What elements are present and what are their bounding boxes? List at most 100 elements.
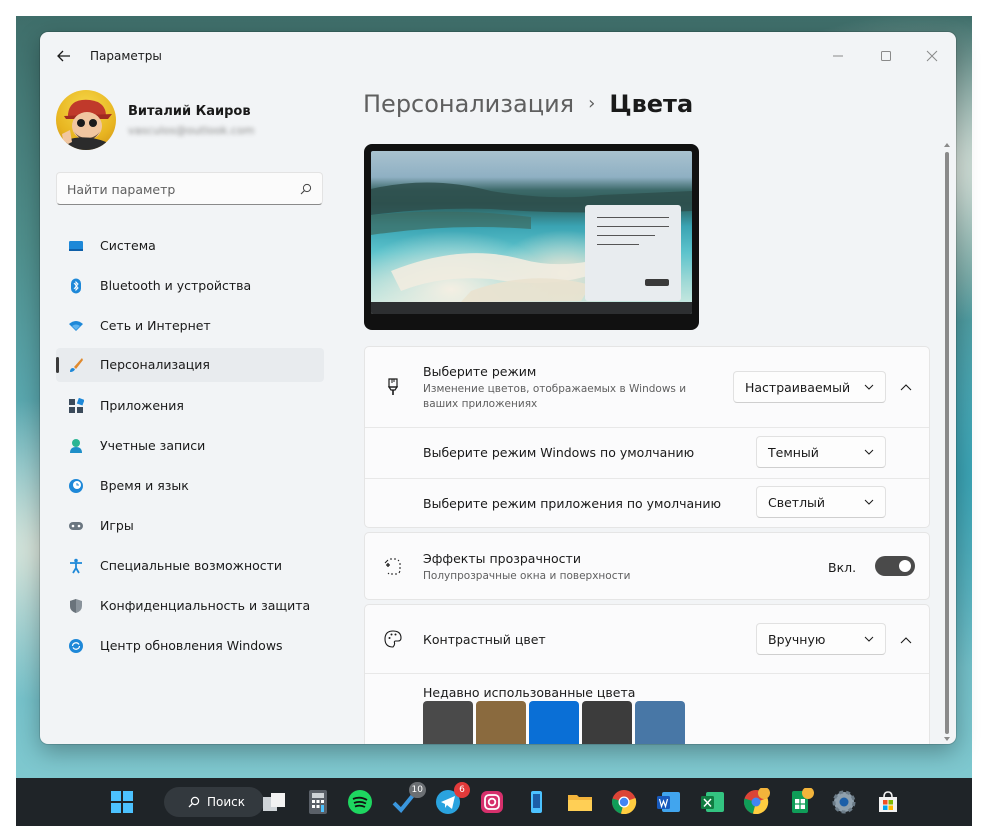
transparency-state-label: Вкл.: [828, 560, 857, 575]
store-icon: [879, 791, 897, 812]
sheets-icon: [792, 787, 814, 813]
settings-icon: [832, 790, 856, 814]
taskbar-sheets[interactable]: [786, 787, 814, 816]
search-input[interactable]: [67, 180, 287, 198]
sidebar-item-label: Конфиденциальность и защита: [100, 598, 311, 613]
accent-dropdown-value: Вручную: [768, 632, 826, 647]
taskbar-instagram[interactable]: [478, 788, 506, 816]
preview-window: [585, 205, 681, 301]
bluetooth-icon: [71, 278, 81, 294]
avatar-image: [62, 99, 112, 150]
sidebar-item-label: Учетные записи: [100, 438, 206, 453]
chevron-down-icon: [864, 636, 874, 642]
sidebar-item-privacy[interactable]: Конфиденциальность и защита: [56, 589, 324, 623]
mode-row[interactable]: Выберите режим Изменение цветов, отображ…: [365, 347, 929, 427]
preview-button: [645, 279, 669, 286]
sidebar-item-system[interactable]: Система: [56, 229, 324, 263]
mode-dropdown[interactable]: Настраиваемый: [733, 371, 886, 403]
accent-expand-button[interactable]: [891, 625, 921, 655]
accent-row[interactable]: Контрастный цвет Вручную: [365, 605, 929, 673]
update-icon: [69, 639, 83, 653]
taskbar-spotify[interactable]: [346, 788, 374, 816]
sidebar-item-windows-update[interactable]: Центр обновления Windows: [56, 629, 324, 663]
windows-mode-dropdown[interactable]: Темный: [756, 436, 886, 468]
sidebar-item-personalization[interactable]: Персонализация: [56, 348, 324, 382]
sidebar-item-label: Приложения: [100, 398, 184, 413]
taskbar-file-explorer[interactable]: [566, 788, 594, 816]
minimize-button[interactable]: [818, 40, 858, 72]
preview-line: [597, 217, 669, 218]
sidebar-item-label: Время и язык: [100, 478, 189, 493]
spotify-icon: [348, 790, 372, 814]
taskbar-excel[interactable]: [698, 788, 726, 816]
color-swatch[interactable]: [635, 701, 685, 744]
color-swatch[interactable]: [582, 701, 632, 744]
windows-start-icon: [111, 791, 133, 813]
scroll-thumb[interactable]: [945, 152, 949, 734]
color-swatch[interactable]: [529, 701, 579, 744]
preview-wallpaper: [371, 151, 692, 314]
transparency-subtitle: Полупрозрачные окна и поверхности: [423, 570, 631, 582]
taskbar-chrome-profile[interactable]: [742, 787, 770, 816]
search-icon[interactable]: [300, 183, 312, 195]
start-button[interactable]: [108, 788, 136, 816]
sidebar-item-network[interactable]: Сеть и Интернет: [56, 309, 324, 343]
app-mode-dropdown[interactable]: Светлый: [756, 486, 886, 518]
taskbar-telegram[interactable]: 6: [434, 782, 470, 816]
color-swatch[interactable]: [476, 701, 526, 744]
recent-colors-label: Недавно использованные цвета: [423, 685, 636, 700]
minimize-icon: [833, 55, 843, 57]
telegram-badge: 6: [454, 782, 470, 798]
breadcrumb-separator: ›: [588, 93, 596, 114]
accent-color-card: Контрастный цвет Вручную Недавно использ…: [364, 604, 930, 744]
taskbar-search-button[interactable]: Поиск: [164, 787, 264, 817]
taskbar-chrome[interactable]: [610, 788, 638, 816]
mode-card: Выберите режим Изменение цветов, отображ…: [364, 346, 930, 528]
scrollbar[interactable]: [944, 142, 950, 742]
preview-taskbar: [371, 302, 692, 314]
instagram-icon: [481, 791, 503, 813]
taskbar: Поиск 10 6: [16, 778, 972, 826]
sidebar-item-accessibility[interactable]: Специальные возможности: [56, 549, 324, 583]
arrow-left-icon: [57, 50, 70, 62]
toggle-knob: [899, 560, 911, 572]
sidebar-item-label: Центр обновления Windows: [100, 638, 283, 653]
avatar[interactable]: [56, 90, 116, 150]
mode-expand-button[interactable]: [891, 372, 921, 402]
settings-search-box[interactable]: [56, 172, 323, 205]
accent-title: Контрастный цвет: [423, 632, 546, 647]
color-swatch[interactable]: [423, 701, 473, 744]
theme-preview: [364, 144, 699, 330]
taskbar-calculator[interactable]: [304, 788, 332, 816]
taskbar-settings[interactable]: [830, 788, 858, 816]
maximize-button[interactable]: [866, 40, 906, 72]
calculator-icon: [309, 790, 327, 814]
sidebar-item-accounts[interactable]: Учетные записи: [56, 429, 324, 463]
scroll-down-icon[interactable]: [944, 736, 950, 742]
excel-icon: [701, 792, 724, 812]
accent-dropdown[interactable]: Вручную: [756, 623, 886, 655]
sidebar-item-bluetooth[interactable]: Bluetooth и устройства: [56, 269, 324, 303]
sidebar-item-gaming[interactable]: Игры: [56, 509, 324, 543]
settings-window: Параметры Виталий Каиров vasculos@outloo…: [40, 32, 956, 744]
app-mode-label: Выберите режим приложения по умолчанию: [423, 496, 721, 511]
taskbar-word[interactable]: [654, 788, 682, 816]
sidebar-item-label: Bluetooth и устройства: [100, 278, 252, 293]
sidebar-item-apps[interactable]: Приложения: [56, 389, 324, 423]
app-mode-value: Светлый: [768, 495, 826, 510]
taskbar-task-view[interactable]: [260, 788, 288, 816]
preview-line: [597, 244, 639, 245]
sidebar-item-time-language[interactable]: Время и язык: [56, 469, 324, 503]
breadcrumb-parent[interactable]: Персонализация: [363, 90, 574, 118]
todo-badge: 10: [408, 782, 426, 798]
chrome-icon: [611, 790, 637, 815]
app-title: Параметры: [90, 49, 162, 63]
taskbar-store[interactable]: [874, 788, 902, 816]
chevron-up-icon: [900, 637, 912, 644]
scroll-up-icon[interactable]: [944, 142, 950, 148]
close-button[interactable]: [912, 40, 952, 72]
back-button[interactable]: [54, 46, 74, 66]
transparency-toggle[interactable]: [875, 556, 915, 576]
taskbar-phone-link[interactable]: [522, 788, 550, 816]
taskbar-todo[interactable]: 10: [390, 782, 426, 816]
